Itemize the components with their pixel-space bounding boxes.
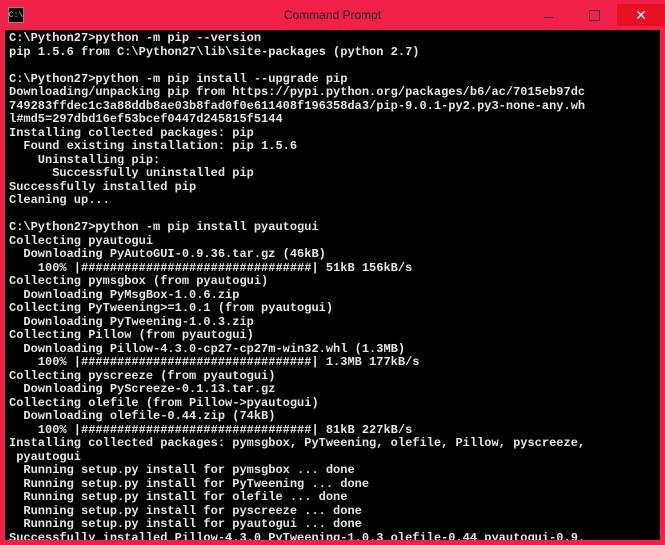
window-title: Command Prompt (284, 8, 381, 22)
close-button[interactable]: ✕ (617, 4, 665, 26)
terminal-text: C:\Python27>python -m pip --version pip … (9, 31, 585, 540)
cmd-icon: C:\ (8, 7, 24, 23)
maximize-button[interactable] (571, 4, 617, 26)
window-controls: ✕ (525, 4, 665, 26)
command-prompt-window: C:\ Command Prompt ✕ C:\Python27>python … (0, 0, 665, 545)
titlebar[interactable]: C:\ Command Prompt ✕ (0, 0, 665, 30)
minimize-button[interactable] (525, 4, 571, 26)
terminal-output[interactable]: C:\Python27>python -m pip --version pip … (5, 30, 660, 540)
